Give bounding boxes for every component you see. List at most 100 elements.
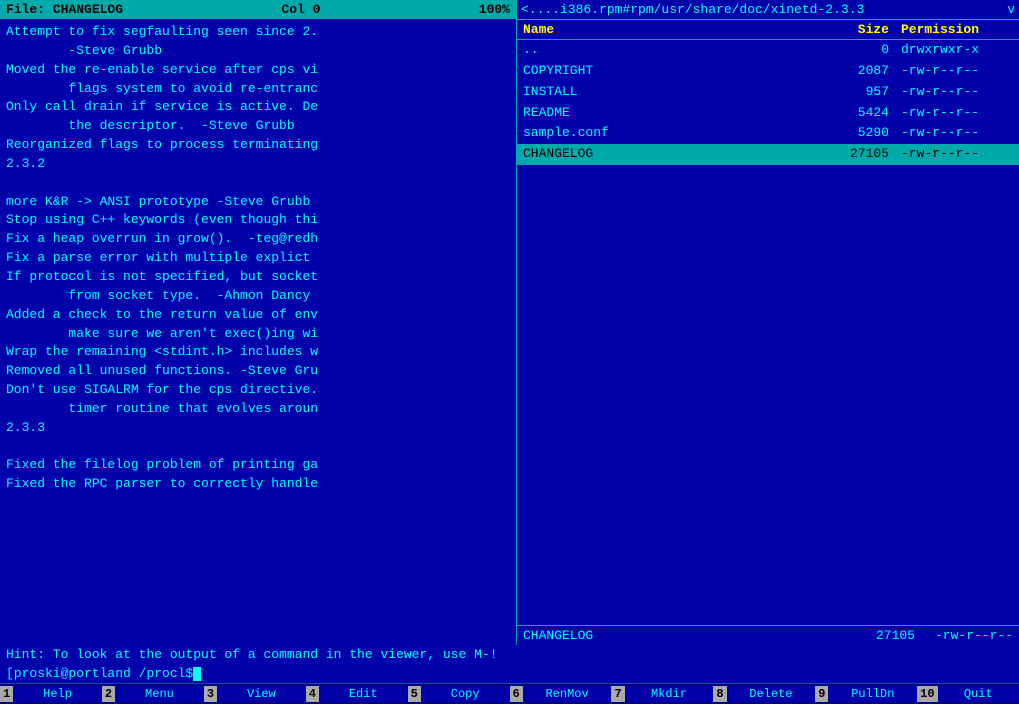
right-status-bar: CHANGELOG 27105 -rw-r--r-- bbox=[517, 625, 1019, 645]
hint-line: Hint: To look at the output of a command… bbox=[0, 645, 1019, 664]
fkey-label: Menu bbox=[115, 686, 204, 702]
left-line: Attempt to fix segfaulting seen since 2. bbox=[6, 23, 510, 42]
fkey-label: Copy bbox=[421, 686, 510, 702]
fkey-label: RenMov bbox=[523, 686, 612, 702]
left-line: Only call drain if service is active. De bbox=[6, 98, 510, 117]
status-size: 27105 bbox=[876, 628, 915, 643]
left-line: the descriptor. -Steve Grubb bbox=[6, 117, 510, 136]
fkey-label: Edit bbox=[319, 686, 408, 702]
file-perm: -rw-r--r-- bbox=[897, 62, 1019, 81]
prompt-line[interactable]: [proski@portland /procl$ bbox=[0, 664, 1019, 683]
fkey-label: Quit bbox=[938, 686, 1019, 702]
left-header-file: File: CHANGELOG bbox=[6, 2, 123, 17]
file-name: COPYRIGHT bbox=[517, 62, 817, 81]
fkey-num: 9 bbox=[815, 686, 828, 702]
prompt-text: [proski@portland /procl$ bbox=[6, 666, 193, 681]
fkey-label: Delete bbox=[727, 686, 816, 702]
file-name: INSTALL bbox=[517, 83, 817, 102]
fkey-renmov[interactable]: 6RenMov bbox=[510, 684, 612, 704]
fkey-num: 4 bbox=[306, 686, 319, 702]
fkey-menu[interactable]: 2Menu bbox=[102, 684, 204, 704]
dropdown-arrow-icon[interactable]: v bbox=[1007, 2, 1015, 17]
fkey-pulldn[interactable]: 9PullDn bbox=[815, 684, 917, 704]
file-perm: drwxrwxr-x bbox=[897, 41, 1019, 60]
status-filename: CHANGELOG bbox=[523, 628, 856, 643]
cursor bbox=[193, 667, 201, 681]
fkey-label: Mkdir bbox=[625, 686, 714, 702]
file-row[interactable]: INSTALL957-rw-r--r-- bbox=[517, 82, 1019, 103]
col-header-name: Name bbox=[517, 22, 817, 37]
path-text: <....i386.rpm#rpm/usr/share/doc/xinetd-2… bbox=[521, 2, 1005, 17]
left-line: Wrap the remaining <stdint.h> includes w bbox=[6, 343, 510, 362]
file-size: 0 bbox=[817, 41, 897, 60]
file-size: 27105 bbox=[817, 145, 897, 164]
left-line: Stop using C++ keywords (even though thi bbox=[6, 211, 510, 230]
fkey-view[interactable]: 3View bbox=[204, 684, 306, 704]
fkey-num: 3 bbox=[204, 686, 217, 702]
left-line: make sure we aren't exec()ing wi bbox=[6, 325, 510, 344]
file-perm: -rw-r--r-- bbox=[897, 83, 1019, 102]
fkey-label: View bbox=[217, 686, 306, 702]
left-line: flags system to avoid re-entranc bbox=[6, 80, 510, 99]
left-line: timer routine that evolves aroun bbox=[6, 400, 510, 419]
col-header-permission: Permission bbox=[897, 22, 1019, 37]
file-size: 2087 bbox=[817, 62, 897, 81]
left-header-col: Col 0 bbox=[281, 2, 320, 17]
left-content: Attempt to fix segfaulting seen since 2.… bbox=[0, 19, 516, 645]
fkey-num: 1 bbox=[0, 686, 13, 702]
file-perm: -rw-r--r-- bbox=[897, 104, 1019, 123]
fkey-num: 8 bbox=[713, 686, 726, 702]
left-line: If protocol is not specified, but socket bbox=[6, 268, 510, 287]
file-size: 5424 bbox=[817, 104, 897, 123]
fkey-label: Help bbox=[13, 686, 102, 702]
right-panel: <....i386.rpm#rpm/usr/share/doc/xinetd-2… bbox=[516, 0, 1019, 645]
left-line: Removed all unused functions. -Steve Gru bbox=[6, 362, 510, 381]
file-row[interactable]: CHANGELOG27105-rw-r--r-- bbox=[517, 144, 1019, 165]
version-label-1: 2.3.2 bbox=[6, 155, 510, 174]
left-line: -Steve Grubb bbox=[6, 42, 510, 61]
file-size: 957 bbox=[817, 83, 897, 102]
fkey-copy[interactable]: 5Copy bbox=[408, 684, 510, 704]
left-line: Added a check to the return value of env bbox=[6, 306, 510, 325]
left-line: Fixed the RPC parser to correctly handle bbox=[6, 475, 510, 494]
file-row[interactable]: sample.conf5290-rw-r--r-- bbox=[517, 123, 1019, 144]
fkey-delete[interactable]: 8Delete bbox=[713, 684, 815, 704]
col-header-size: Size bbox=[817, 22, 897, 37]
fkey-num: 5 bbox=[408, 686, 421, 702]
top-area: File: CHANGELOG Col 0 100% Attempt to fi… bbox=[0, 0, 1019, 645]
right-header-path: <....i386.rpm#rpm/usr/share/doc/xinetd-2… bbox=[517, 0, 1019, 20]
right-table-body: ..0drwxrwxr-xCOPYRIGHT2087-rw-r--r--INST… bbox=[517, 40, 1019, 625]
file-row[interactable]: README5424-rw-r--r-- bbox=[517, 103, 1019, 124]
file-size: 5290 bbox=[817, 124, 897, 143]
file-name: README bbox=[517, 104, 817, 123]
fkey-label: PullDn bbox=[828, 686, 917, 702]
file-row[interactable]: COPYRIGHT2087-rw-r--r-- bbox=[517, 61, 1019, 82]
fkey-help[interactable]: 1Help bbox=[0, 684, 102, 704]
file-row[interactable]: ..0drwxrwxr-x bbox=[517, 40, 1019, 61]
hint-text: Hint: To look at the output of a command… bbox=[6, 647, 497, 662]
version-label-2: 2.3.3 bbox=[6, 419, 510, 438]
left-line: Don't use SIGALRM for the cps directive. bbox=[6, 381, 510, 400]
left-line: Moved the re-enable service after cps vi bbox=[6, 61, 510, 80]
fkey-num: 6 bbox=[510, 686, 523, 702]
left-line: Reorganized flags to process terminating bbox=[6, 136, 510, 155]
status-perm: -rw-r--r-- bbox=[935, 628, 1013, 643]
file-name: CHANGELOG bbox=[517, 145, 817, 164]
left-line bbox=[6, 438, 510, 457]
left-line: Fix a heap overrun in grow(). -teg@redh bbox=[6, 230, 510, 249]
left-panel: File: CHANGELOG Col 0 100% Attempt to fi… bbox=[0, 0, 516, 645]
right-table-header: Name Size Permission bbox=[517, 20, 1019, 40]
left-line bbox=[6, 174, 510, 193]
left-line: from socket type. -Ahmon Dancy bbox=[6, 287, 510, 306]
fkey-num: 2 bbox=[102, 686, 115, 702]
left-header: File: CHANGELOG Col 0 100% bbox=[0, 0, 516, 19]
file-name: .. bbox=[517, 41, 817, 60]
fkey-num: 10 bbox=[917, 686, 937, 702]
left-header-percent: 100% bbox=[479, 2, 510, 17]
funckey-bar: 1Help2Menu3View4Edit5Copy6RenMov7Mkdir8D… bbox=[0, 683, 1019, 704]
fkey-edit[interactable]: 4Edit bbox=[306, 684, 408, 704]
file-name: sample.conf bbox=[517, 124, 817, 143]
fkey-quit[interactable]: 10Quit bbox=[917, 684, 1019, 704]
fkey-mkdir[interactable]: 7Mkdir bbox=[611, 684, 713, 704]
file-perm: -rw-r--r-- bbox=[897, 145, 1019, 164]
